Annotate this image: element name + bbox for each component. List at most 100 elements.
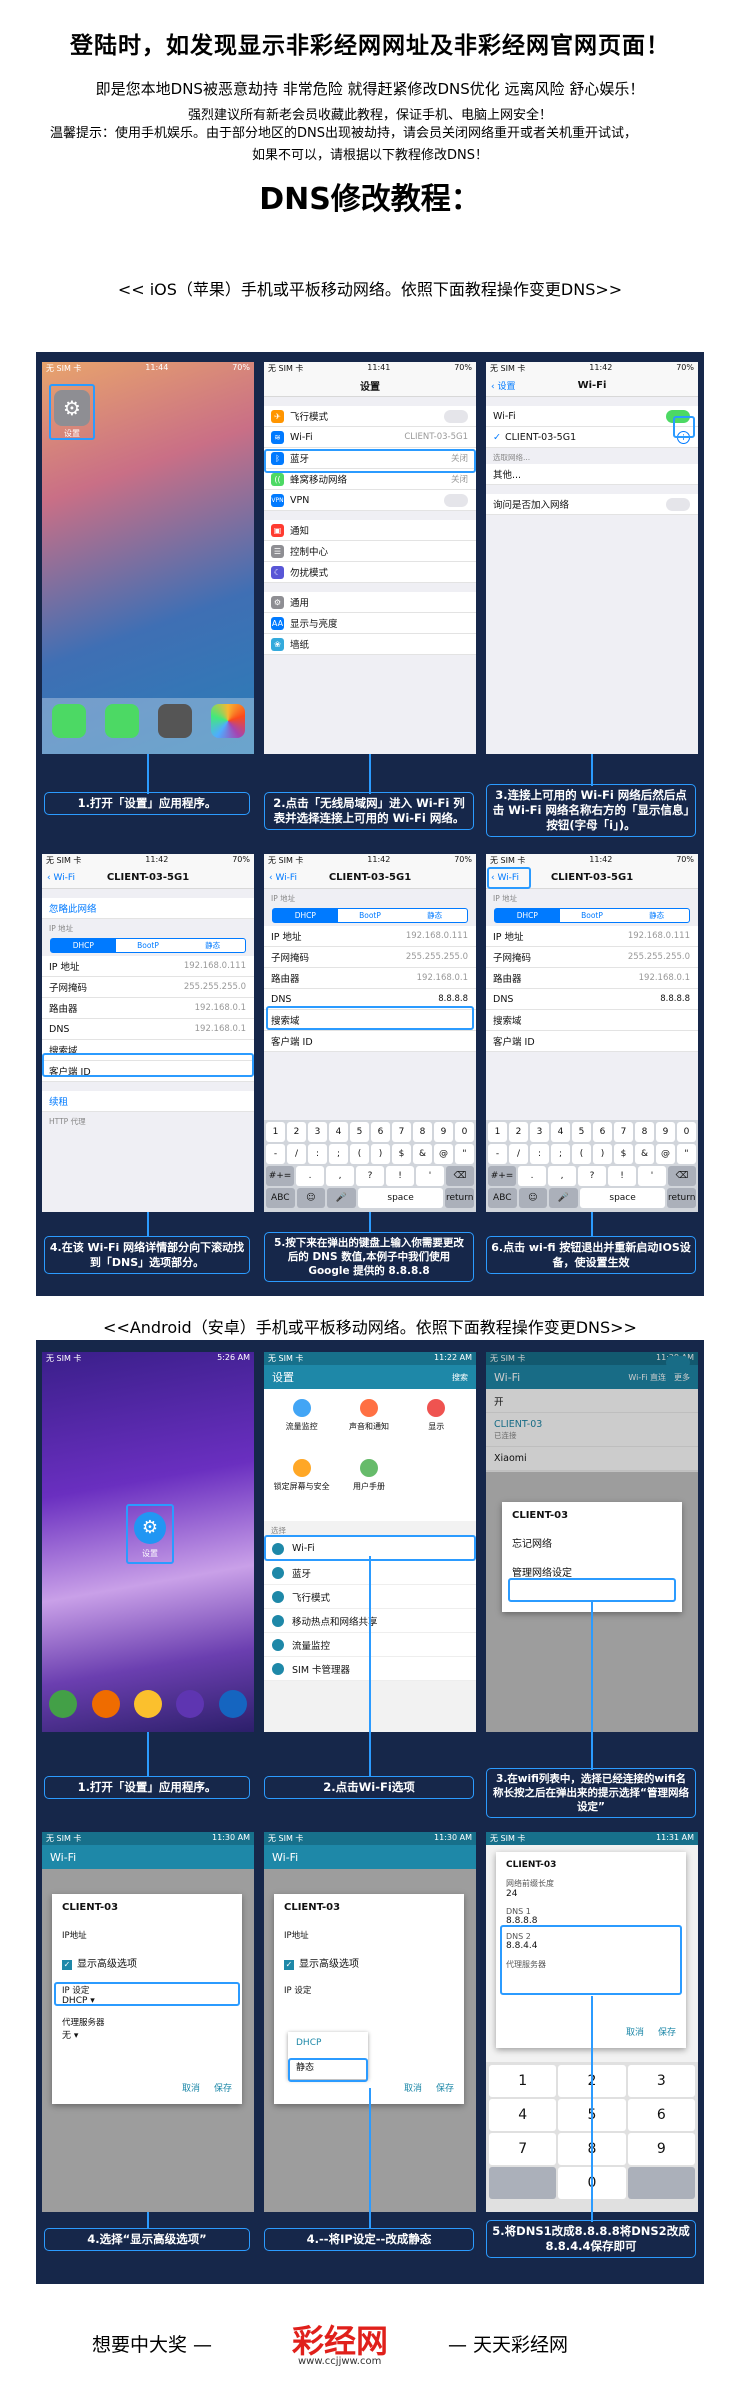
row-airplane[interactable]: ✈ 飞行模式 xyxy=(264,406,476,427)
show-advanced-checkbox[interactable]: ✓ 显示高级选项 xyxy=(62,1955,232,1970)
key[interactable]: ! xyxy=(608,1166,636,1186)
key[interactable]: 1 xyxy=(266,1122,285,1142)
key[interactable]: : xyxy=(308,1144,327,1164)
back-button[interactable]: ‹ Wi-Fi xyxy=(269,873,297,883)
row-other[interactable]: 其他... xyxy=(486,464,698,485)
key[interactable]: 6 xyxy=(371,1122,390,1142)
row-vpn[interactable]: VPN VPN xyxy=(264,490,476,511)
key[interactable]: @ xyxy=(434,1144,453,1164)
contacts-icon[interactable] xyxy=(91,1690,120,1718)
key[interactable]: ABC xyxy=(488,1188,517,1208)
key[interactable]: #+= xyxy=(266,1166,294,1186)
key[interactable]: 🎤 xyxy=(327,1188,356,1208)
key[interactable]: 4 xyxy=(551,1122,570,1142)
key[interactable]: 2 xyxy=(287,1122,306,1142)
key[interactable]: return xyxy=(445,1188,475,1208)
key[interactable]: ) xyxy=(593,1144,612,1164)
key[interactable]: ) xyxy=(371,1144,390,1164)
key[interactable]: ABC xyxy=(266,1188,295,1208)
key[interactable]: & xyxy=(635,1144,654,1164)
ask-toggle[interactable] xyxy=(666,498,690,511)
back-button[interactable]: ‹ Wi-Fi xyxy=(47,873,75,883)
key[interactable]: ⌫ xyxy=(446,1166,474,1186)
key[interactable]: . xyxy=(518,1166,546,1186)
airplane-toggle[interactable] xyxy=(444,410,468,423)
row-dnd[interactable]: ☾ 勿扰模式 xyxy=(264,562,476,583)
row-general[interactable]: ⚙ 通用 xyxy=(264,592,476,613)
key[interactable]: / xyxy=(509,1144,528,1164)
key[interactable]: 2 xyxy=(509,1122,528,1142)
ip-mode-segment[interactable]: DHCP BootP 静态 xyxy=(272,908,468,923)
key[interactable]: 0 xyxy=(455,1122,474,1142)
key[interactable]: ? xyxy=(578,1166,606,1186)
key[interactable]: @ xyxy=(656,1144,675,1164)
key[interactable]: , xyxy=(326,1166,354,1186)
key[interactable]: 3 xyxy=(308,1122,327,1142)
key[interactable]: ( xyxy=(350,1144,369,1164)
row-renew[interactable]: 续租 xyxy=(42,1091,254,1112)
key[interactable]: return xyxy=(667,1188,697,1208)
key[interactable]: 3 xyxy=(627,2065,695,2097)
apps-icon[interactable] xyxy=(218,1690,247,1718)
key[interactable]: ( xyxy=(572,1144,591,1164)
row-forget[interactable]: 忽略此网络 xyxy=(42,898,254,919)
key[interactable]: 🎤 xyxy=(549,1188,578,1208)
camera-icon[interactable] xyxy=(157,704,192,738)
ip-mode-segment[interactable]: DHCP BootP 静态 xyxy=(50,938,246,953)
key[interactable]: ; xyxy=(329,1144,348,1164)
photos-icon[interactable] xyxy=(210,704,245,738)
key[interactable]: " xyxy=(677,1144,696,1164)
ip-mode-segment[interactable]: DHCP BootP 静态 xyxy=(494,908,690,923)
key[interactable]: & xyxy=(413,1144,432,1164)
key[interactable]: 9 xyxy=(434,1122,453,1142)
key[interactable]: - xyxy=(266,1144,285,1164)
forget-network[interactable]: 忘记网络 xyxy=(512,1535,672,1550)
key[interactable]: 3 xyxy=(530,1122,549,1142)
key[interactable]: #+= xyxy=(488,1166,516,1186)
key[interactable]: 7 xyxy=(614,1122,633,1142)
key[interactable]: 1 xyxy=(489,2065,557,2097)
key[interactable]: 8 xyxy=(413,1122,432,1142)
key[interactable]: space xyxy=(357,1188,444,1208)
row-dns[interactable]: DNS 192.168.0.1 xyxy=(42,1019,254,1040)
key[interactable]: ' xyxy=(638,1166,666,1186)
key[interactable]: / xyxy=(287,1144,306,1164)
row-control[interactable]: ☰ 控制中心 xyxy=(264,541,476,562)
key[interactable]: 0 xyxy=(677,1122,696,1142)
key[interactable]: , xyxy=(548,1166,576,1186)
key[interactable]: : xyxy=(530,1144,549,1164)
key[interactable]: 8 xyxy=(635,1122,654,1142)
key[interactable]: 6 xyxy=(627,2099,695,2131)
key[interactable]: $ xyxy=(392,1144,411,1164)
key[interactable]: 5 xyxy=(350,1122,369,1142)
row-ask[interactable]: 询问是否加入网络 xyxy=(486,494,698,515)
key[interactable]: 7 xyxy=(392,1122,411,1142)
row-network[interactable]: ✓ CLIENT-03-5G1 i xyxy=(486,427,698,448)
row-notify[interactable]: ▣ 通知 xyxy=(264,520,476,541)
save-dns-button[interactable]: 保存 xyxy=(658,2028,676,2038)
row-wifi[interactable]: ≋ Wi-Fi CLIENT-03-5G1 xyxy=(264,427,476,448)
key[interactable]: 5 xyxy=(572,1122,591,1142)
key[interactable] xyxy=(627,2167,695,2199)
row-wallpaper[interactable]: ❀ 墙纸 xyxy=(264,634,476,655)
back-button[interactable]: ‹ 设置 xyxy=(491,379,515,392)
key[interactable] xyxy=(489,2167,557,2199)
key[interactable]: $ xyxy=(614,1144,633,1164)
save-button[interactable]: 保存 xyxy=(214,2084,232,2094)
key[interactable]: ☺ xyxy=(296,1188,326,1208)
key[interactable]: 9 xyxy=(627,2133,695,2165)
key[interactable]: 4 xyxy=(489,2099,557,2131)
key[interactable]: 7 xyxy=(489,2133,557,2165)
key[interactable]: 9 xyxy=(656,1122,675,1142)
cancel-button[interactable]: 取消 xyxy=(182,2084,200,2094)
key[interactable]: 6 xyxy=(593,1122,612,1142)
row-display[interactable]: AA 显示与亮度 xyxy=(264,613,476,634)
messages-icon[interactable] xyxy=(133,1690,162,1718)
search-button[interactable]: 搜索 xyxy=(452,1372,468,1383)
phone-icon[interactable] xyxy=(51,704,86,738)
key[interactable]: " xyxy=(455,1144,474,1164)
messages-icon[interactable] xyxy=(104,704,139,738)
key[interactable]: ! xyxy=(386,1166,414,1186)
key[interactable]: - xyxy=(488,1144,507,1164)
key[interactable]: ⌫ xyxy=(668,1166,696,1186)
